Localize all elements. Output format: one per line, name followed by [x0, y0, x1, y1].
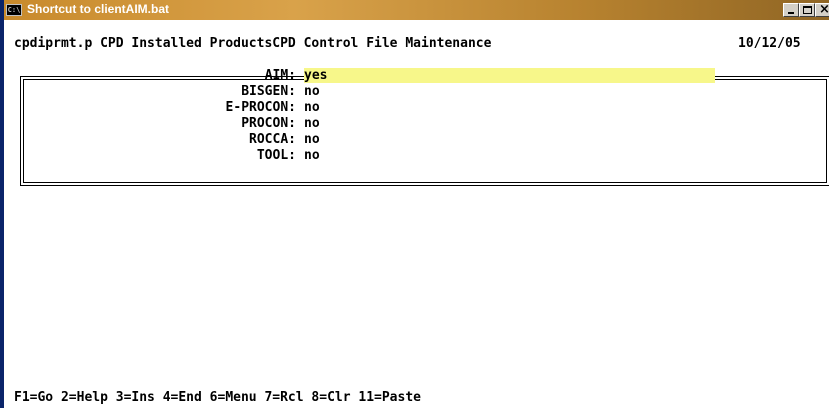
field-label-procon: PROCON:: [241, 116, 296, 131]
field-input-bisgen[interactable]: no: [304, 84, 320, 99]
field-input-aim[interactable]: yes: [304, 68, 715, 83]
field-input-rocca[interactable]: no: [304, 132, 320, 147]
screen-header: cpdiprmt.p CPD Installed ProductsCPD Con…: [14, 36, 492, 51]
field-row-bisgen: BISGEN: no: [4, 84, 829, 100]
maximize-button[interactable]: [799, 3, 815, 17]
console-icon[interactable]: C:\: [6, 4, 22, 16]
field-label-bisgen: BISGEN:: [241, 84, 296, 99]
field-input-tool[interactable]: no: [304, 148, 320, 163]
minimize-button[interactable]: [783, 3, 799, 17]
title-bar[interactable]: C:\ Shortcut to clientAIM.bat ×: [4, 0, 829, 20]
field-row-e-procon: E-PROCON: no: [4, 100, 829, 116]
field-input-procon[interactable]: no: [304, 116, 320, 131]
function-key-bar: F1=Go 2=Help 3=Ins 4=End 6=Menu 7=Rcl 8=…: [14, 390, 421, 405]
field-row-aim: AIM: yes: [4, 68, 829, 84]
field-input-e-procon[interactable]: no: [304, 100, 320, 115]
minimize-icon: [788, 12, 794, 14]
field-row-rocca: ROCCA: no: [4, 132, 829, 148]
field-label-aim: AIM:: [264, 68, 296, 83]
field-label-rocca: ROCCA:: [249, 132, 296, 147]
field-label-e-procon: E-PROCON:: [225, 100, 296, 115]
maximize-icon: [803, 6, 812, 14]
console-window: C:\ Shortcut to clientAIM.bat × cpdiprmt…: [0, 0, 829, 408]
close-button[interactable]: ×: [815, 2, 829, 17]
field-label-tool: TOOL:: [256, 148, 296, 163]
close-icon: ×: [819, 2, 829, 17]
field-row-tool: TOOL: no: [4, 148, 829, 164]
field-row-procon: PROCON: no: [4, 116, 829, 132]
window-title: Shortcut to clientAIM.bat: [27, 2, 169, 16]
console-area[interactable]: cpdiprmt.p CPD Installed ProductsCPD Con…: [4, 20, 829, 408]
screen-date: 10/12/05: [738, 36, 801, 51]
